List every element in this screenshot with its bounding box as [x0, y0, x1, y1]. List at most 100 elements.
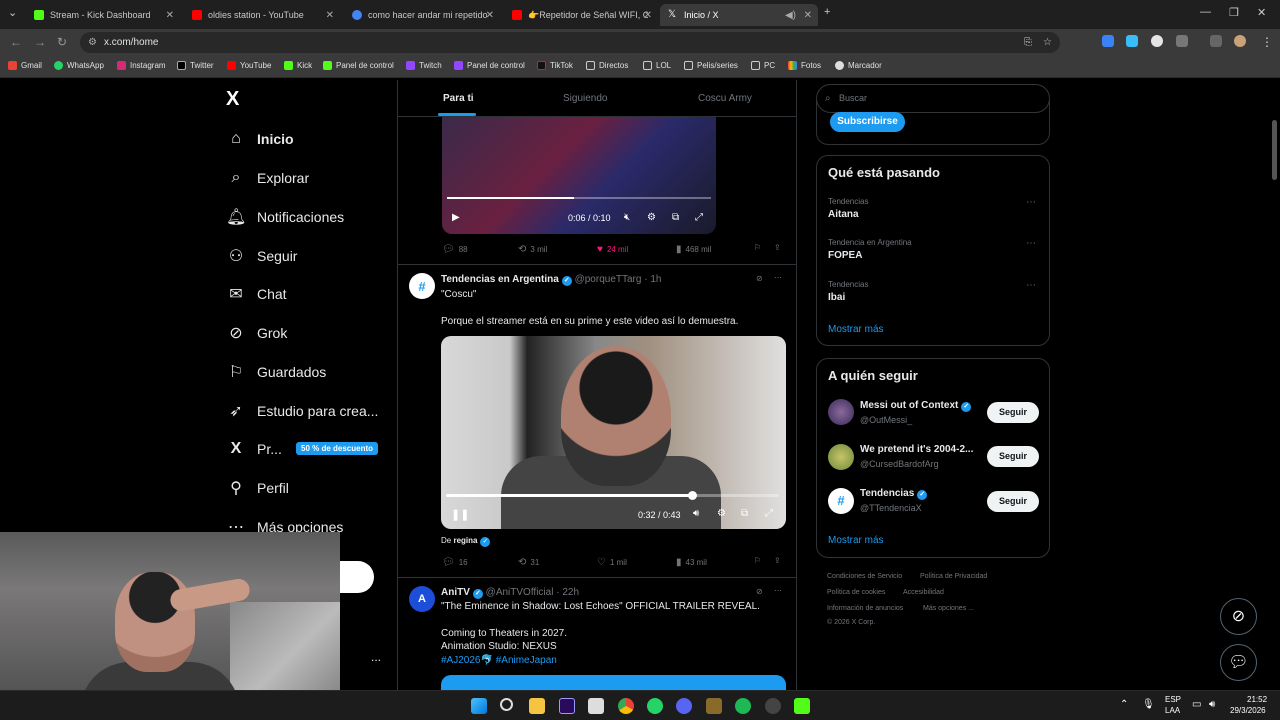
bookmark-folder-directos[interactable]: Directos	[586, 61, 628, 70]
extensions-puzzle-icon[interactable]	[1176, 35, 1188, 47]
subscribe-button[interactable]: Subscribirse	[830, 112, 905, 132]
pip-icon[interactable]: ⧉	[672, 212, 679, 223]
like-button[interactable]: ♥ 24 mil	[597, 244, 628, 255]
bookmark-tiktok[interactable]: TikTok	[537, 61, 573, 70]
bookmark-folder-pelis[interactable]: Pelis/series	[684, 61, 738, 70]
speaker-icon[interactable]: ◀)	[785, 10, 796, 21]
grok-icon[interactable]: ⊘	[756, 274, 763, 283]
grok-float-button[interactable]: ⊘	[1220, 598, 1257, 635]
nav-premium[interactable]: X Pr...	[226, 436, 282, 462]
forward-icon[interactable]: →	[34, 35, 46, 49]
more-icon[interactable]: ⋯	[1026, 238, 1036, 249]
video-player[interactable]: ❚❚ 0:32 / 0:43 🔊︎ ⚙ ⧉ ⤢	[441, 336, 786, 529]
nav-perfil[interactable]: ⚲ Perfil	[226, 475, 289, 501]
tab-youtube[interactable]: oldies station - YouTube ✕	[184, 4, 340, 26]
file-explorer-icon[interactable]	[529, 698, 545, 714]
grok-icon[interactable]: ⊘	[756, 587, 763, 596]
follow-button[interactable]: Seguir	[987, 402, 1039, 423]
language-code[interactable]: ESP	[1165, 695, 1181, 704]
bookmark-icon[interactable]: ⚐	[754, 556, 761, 565]
windows-start-icon[interactable]	[471, 698, 487, 714]
nav-estudio[interactable]: ➶ Estudio para crea...	[226, 398, 378, 424]
nav-notificaciones[interactable]: 🔔︎ Notificaciones	[226, 204, 344, 230]
video-progress-track[interactable]	[447, 197, 711, 199]
like-button[interactable]: ♡ 1 mil	[597, 557, 627, 568]
bookmark-twitch[interactable]: Twitch	[406, 61, 442, 70]
footer-link[interactable]: Más opciones ...	[923, 605, 974, 612]
nav-guardados[interactable]: ⚐ Guardados	[226, 359, 326, 385]
clock-date[interactable]: 29/3/2026	[1230, 706, 1266, 715]
premiere-icon[interactable]	[559, 698, 575, 714]
more-icon[interactable]: ⋯	[1026, 280, 1036, 291]
avatar[interactable]: #	[409, 273, 435, 299]
video-player[interactable]: ▶ 0:06 / 0:10 🔇︎ ⚙ ⧉ ⤢	[442, 116, 716, 234]
volume-icon[interactable]: 🔊︎	[693, 508, 699, 519]
bookmark-icon[interactable]: ⚐	[754, 243, 761, 252]
url-input[interactable]: ⚙ x.com/home ⎘ ☆	[80, 32, 1060, 53]
follow-button[interactable]: Seguir	[987, 446, 1039, 467]
nav-grok[interactable]: ⊘ Grok	[226, 320, 287, 346]
kick-icon[interactable]	[794, 698, 810, 714]
minimize-icon[interactable]: —	[1200, 6, 1211, 18]
bookmark-marcador[interactable]: Marcador	[835, 61, 882, 70]
tab-search-icon[interactable]: ⌄	[8, 6, 17, 19]
trend-name[interactable]: FOPEA	[828, 250, 862, 261]
mic-icon[interactable]: 🎙︎	[1142, 699, 1155, 710]
spotify-icon[interactable]	[735, 698, 751, 714]
avatar[interactable]: A	[409, 586, 435, 612]
chevron-up-icon[interactable]: ⌃	[1120, 699, 1128, 710]
bookmark-panel-twitch[interactable]: Panel de control	[454, 61, 525, 70]
close-icon[interactable]: ✕	[166, 10, 174, 21]
post-author[interactable]: Tendencias en Argentina ✓ @porqueTTarg · …	[441, 274, 661, 286]
bookmark-instagram[interactable]: Instagram	[117, 61, 166, 70]
reply-button[interactable]: 💬︎ 16	[442, 557, 468, 568]
back-icon[interactable]: ←	[10, 35, 22, 49]
pause-icon[interactable]: ❚❚	[451, 508, 469, 521]
more-icon[interactable]: ⋯	[1026, 197, 1036, 208]
chrome-icon[interactable]	[618, 698, 634, 714]
tab-repetidor[interactable]: 👉Repetidor de Señal WIFI, Co ✕	[504, 4, 658, 26]
nav-chat[interactable]: ✉ Chat	[226, 281, 286, 307]
follow-name[interactable]: Messi out of Context ✓	[860, 400, 972, 412]
new-tab-button[interactable]: +	[824, 6, 830, 18]
more-icon[interactable]: ⋯	[774, 586, 782, 595]
messages-float-button[interactable]: 💬︎	[1220, 644, 1257, 681]
repost-button[interactable]: ⟲ 3 mil	[518, 244, 547, 255]
settings-icon[interactable]: ⚙	[717, 508, 726, 519]
video-progress-track[interactable]	[446, 491, 779, 500]
views-button[interactable]: ▮ 468 mil	[676, 244, 711, 255]
tab-coscu-army[interactable]: Coscu Army	[698, 93, 752, 104]
close-icon[interactable]: ✕	[326, 10, 334, 21]
avatar[interactable]	[828, 444, 854, 470]
footer-link[interactable]: Política de cookies	[827, 589, 885, 596]
close-icon[interactable]: ✕	[644, 10, 652, 21]
show-more-trends[interactable]: Mostrar más	[828, 324, 884, 335]
footer-link[interactable]: Política de Privacidad	[920, 573, 987, 580]
discord-icon[interactable]	[676, 698, 692, 714]
page-scrollbar[interactable]	[1272, 120, 1277, 180]
reload-icon[interactable]: ↻	[57, 35, 67, 49]
reply-button[interactable]: 💬︎ 88	[442, 244, 468, 255]
nav-explorar[interactable]: ⌕ Explorar	[226, 165, 310, 191]
bookmark-panel-kick[interactable]: Panel de control	[323, 61, 394, 70]
language-layout[interactable]: LAA	[1165, 706, 1180, 715]
close-icon[interactable]: ✕	[804, 10, 812, 21]
site-info-icon[interactable]: ⚙	[88, 32, 97, 53]
share-icon[interactable]: ⇪	[774, 556, 781, 565]
extension-icon[interactable]	[1126, 35, 1138, 47]
tab-siguiendo[interactable]: Siguiendo	[563, 93, 607, 104]
fullscreen-icon[interactable]: ⤢	[695, 212, 703, 223]
post-button[interactable]	[340, 561, 374, 593]
whatsapp-icon[interactable]	[647, 698, 663, 714]
bookmark-folder-pc[interactable]: PC	[751, 61, 775, 70]
follow-button[interactable]: Seguir	[987, 491, 1039, 512]
menu-list-icon[interactable]	[1210, 35, 1222, 47]
steam-icon[interactable]	[765, 698, 781, 714]
video-credit[interactable]: De regina ✓	[441, 536, 491, 547]
avatar[interactable]: #	[828, 488, 854, 514]
play-icon[interactable]: ▶	[452, 212, 460, 223]
app-icon[interactable]	[706, 698, 722, 714]
volume-icon[interactable]: 🔊︎	[1209, 699, 1215, 710]
app-icon[interactable]	[588, 698, 604, 714]
bookmark-whatsapp[interactable]: WhatsApp	[54, 61, 104, 70]
